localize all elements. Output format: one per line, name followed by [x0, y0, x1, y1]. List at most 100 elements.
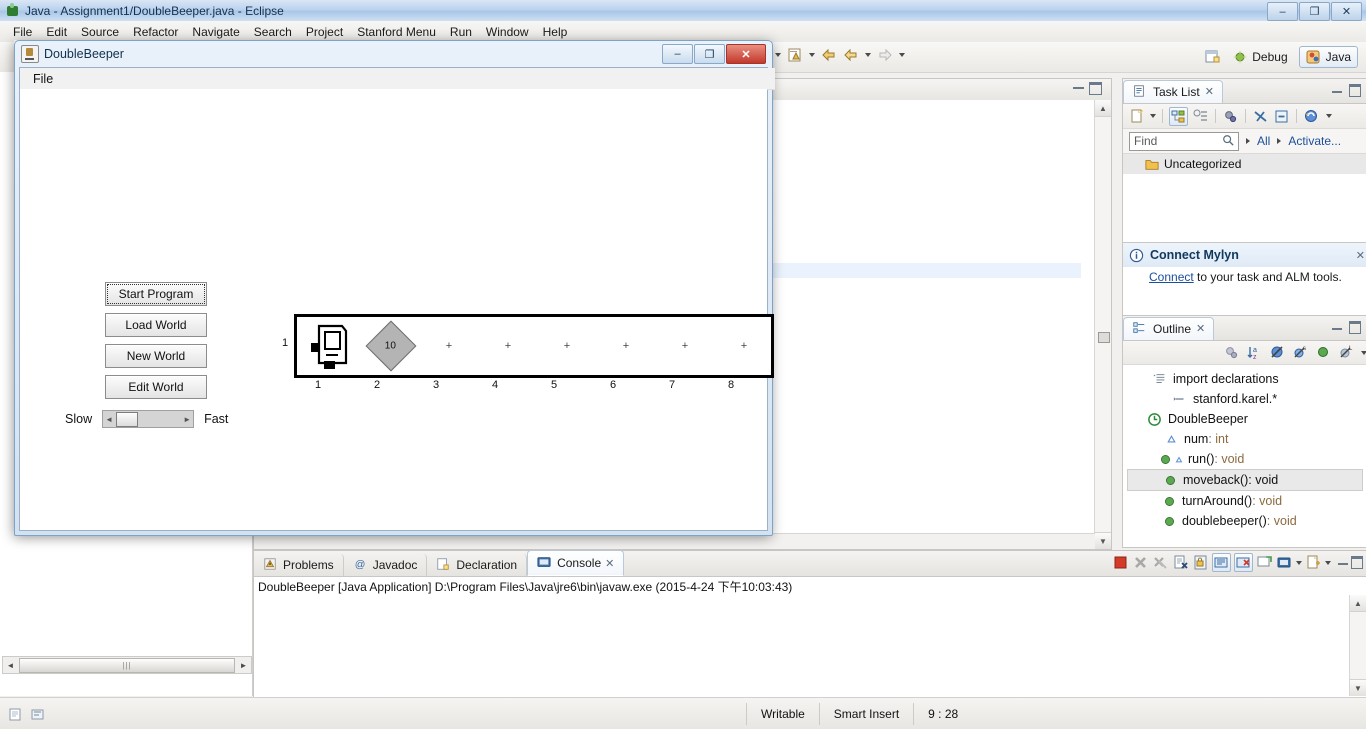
menu-stanford-menu[interactable]: Stanford Menu: [350, 23, 443, 41]
beeper-pile[interactable]: 10: [365, 320, 417, 372]
load-world-button[interactable]: Load World: [105, 313, 207, 337]
perspective-debug[interactable]: Debug: [1226, 47, 1293, 67]
terminate-icon[interactable]: [1112, 554, 1129, 571]
hide-static-icon[interactable]: s: [1292, 344, 1309, 361]
console-maximize-icon[interactable]: [1351, 556, 1363, 569]
clear-console-icon[interactable]: [1172, 554, 1189, 571]
filter-all-label[interactable]: All: [1257, 134, 1270, 148]
hscroll-right-arrow-icon[interactable]: ►: [236, 658, 251, 672]
edit-world-button[interactable]: Edit World: [105, 375, 207, 399]
scheduled-icon[interactable]: [1192, 108, 1209, 125]
menu-source[interactable]: Source: [74, 23, 126, 41]
menu-search[interactable]: Search: [247, 23, 299, 41]
tab-outline[interactable]: Outline ✕: [1123, 316, 1215, 340]
outline-minimize-icon[interactable]: [1332, 325, 1342, 330]
new-console-view-icon[interactable]: [1305, 554, 1322, 571]
remove-launch-icon[interactable]: [1132, 554, 1149, 571]
mylyn-connect-link[interactable]: Connect: [1149, 270, 1194, 284]
tab-declaration[interactable]: Declaration: [427, 554, 528, 576]
menu-file[interactable]: File: [6, 23, 39, 41]
last-edit-location-icon[interactable]: [787, 47, 803, 63]
console-minimize-icon[interactable]: [1338, 560, 1348, 565]
eclipse-minimize-button[interactable]: –: [1267, 2, 1298, 21]
hscroll-thumb[interactable]: |||: [19, 657, 235, 673]
console-scroll-down-button[interactable]: ▼: [1350, 679, 1366, 696]
focus-on-active-icon[interactable]: [1223, 344, 1240, 361]
karel-close-button[interactable]: ✕: [726, 44, 766, 64]
synchronize-icon[interactable]: [1303, 108, 1320, 125]
menu-edit[interactable]: Edit: [39, 23, 74, 41]
outline-item-import-declarations[interactable]: import declarations: [1123, 369, 1366, 389]
open-console-icon[interactable]: [1276, 554, 1293, 571]
editor-scroll-thumb[interactable]: [1098, 332, 1110, 343]
sort-alphabetically-icon[interactable]: az: [1246, 344, 1263, 361]
lock-scroll-icon[interactable]: [1192, 554, 1209, 571]
last-edit-dropdown-icon[interactable]: [809, 53, 815, 57]
menu-project[interactable]: Project: [299, 23, 350, 41]
tab-javadoc[interactable]: @ Javadoc: [344, 554, 428, 576]
outline-maximize-icon[interactable]: [1349, 321, 1361, 334]
tab-console-close-icon[interactable]: ✕: [605, 557, 614, 570]
task-list-minimize-icon[interactable]: [1332, 88, 1342, 93]
display-selected-console-icon[interactable]: [1256, 554, 1273, 571]
forward-dropdown-icon[interactable]: [899, 53, 905, 57]
filter-activate-label[interactable]: Activate...: [1288, 134, 1341, 148]
categorized-icon[interactable]: [1169, 106, 1188, 126]
new-task-icon[interactable]: [1129, 108, 1146, 125]
filter-icon[interactable]: [1252, 108, 1269, 125]
outline-item-run-method[interactable]: run() : void: [1123, 449, 1366, 469]
menu-navigate[interactable]: Navigate: [185, 23, 246, 41]
editor-vertical-scrollbar[interactable]: ▲ ▼: [1094, 100, 1111, 549]
outline-item-doublebeeper-class[interactable]: DoubleBeeper: [1123, 409, 1366, 429]
menu-refactor[interactable]: Refactor: [126, 23, 185, 41]
doublebeeper-window[interactable]: DoubleBeeper – ❐ ✕ File Start Program Lo…: [14, 40, 775, 536]
editor-minimize-icon[interactable]: [1073, 84, 1084, 89]
toolbar-dropdown-icon[interactable]: [775, 53, 781, 57]
menu-window[interactable]: Window: [479, 23, 536, 41]
collapse-all-icon[interactable]: [1273, 108, 1290, 125]
eclipse-close-button[interactable]: ✕: [1331, 2, 1362, 21]
hide-fields-icon[interactable]: [1269, 344, 1286, 361]
hide-nonpublic-icon[interactable]: [1315, 344, 1332, 361]
perspective-java[interactable]: Java: [1298, 46, 1358, 68]
eclipse-maximize-button[interactable]: ❐: [1299, 2, 1330, 21]
karel-menu-file[interactable]: File: [28, 70, 58, 88]
console-scroll-up-button[interactable]: ▲: [1350, 595, 1366, 612]
task-list-close-icon[interactable]: ✕: [1205, 85, 1214, 98]
find-input[interactable]: Find: [1134, 134, 1157, 148]
karel-maximize-button[interactable]: ❐: [694, 44, 725, 64]
hide-local-types-icon[interactable]: L: [1338, 344, 1355, 361]
editor-scroll-down-button[interactable]: ▼: [1095, 532, 1111, 549]
hscroll-left-arrow-icon[interactable]: ◄: [3, 658, 18, 672]
mylyn-close-icon[interactable]: ✕: [1356, 249, 1365, 262]
outline-item-moveback-method[interactable]: moveback() : void: [1127, 469, 1363, 491]
speed-decrease-icon[interactable]: ◄: [103, 412, 115, 426]
task-list-view-menu-icon[interactable]: [1326, 114, 1332, 118]
console-vertical-scrollbar[interactable]: ▲ ▼: [1349, 595, 1366, 696]
karel-title-bar[interactable]: DoubleBeeper – ❐ ✕: [14, 40, 771, 67]
remove-all-terminated-icon[interactable]: [1152, 554, 1169, 571]
outline-close-icon[interactable]: ✕: [1196, 322, 1205, 335]
tab-problems[interactable]: Problems: [254, 554, 344, 576]
open-perspective-icon[interactable]: [1205, 49, 1221, 65]
scroll-lock-icon[interactable]: [1212, 553, 1231, 572]
task-list-row-uncategorized[interactable]: Uncategorized: [1123, 154, 1366, 174]
filter-all-arrow-icon[interactable]: [1246, 138, 1250, 144]
tab-task-list[interactable]: Task List ✕: [1123, 79, 1223, 103]
console-output-area[interactable]: [255, 595, 1350, 696]
karel-world-grid[interactable]: 10 + + + + + +: [294, 314, 774, 378]
pin-console-icon[interactable]: [1234, 553, 1253, 572]
menu-help[interactable]: Help: [536, 23, 575, 41]
back-dropdown-icon[interactable]: [865, 53, 871, 57]
outline-item-turnaround-method[interactable]: turnAround() : void: [1123, 491, 1366, 511]
outline-item-num-field[interactable]: num : int: [1123, 429, 1366, 449]
new-world-button[interactable]: New World: [105, 344, 207, 368]
console-dropdown-icon[interactable]: [1296, 560, 1302, 565]
speed-increase-icon[interactable]: ►: [181, 412, 193, 426]
back-history-icon[interactable]: [821, 47, 837, 63]
editor-maximize-icon[interactable]: [1089, 82, 1102, 95]
new-console-dropdown-icon[interactable]: [1325, 560, 1331, 565]
menu-run[interactable]: Run: [443, 23, 479, 41]
speed-slider-thumb[interactable]: [116, 411, 139, 427]
speed-slider[interactable]: ◄ ►: [102, 410, 195, 428]
